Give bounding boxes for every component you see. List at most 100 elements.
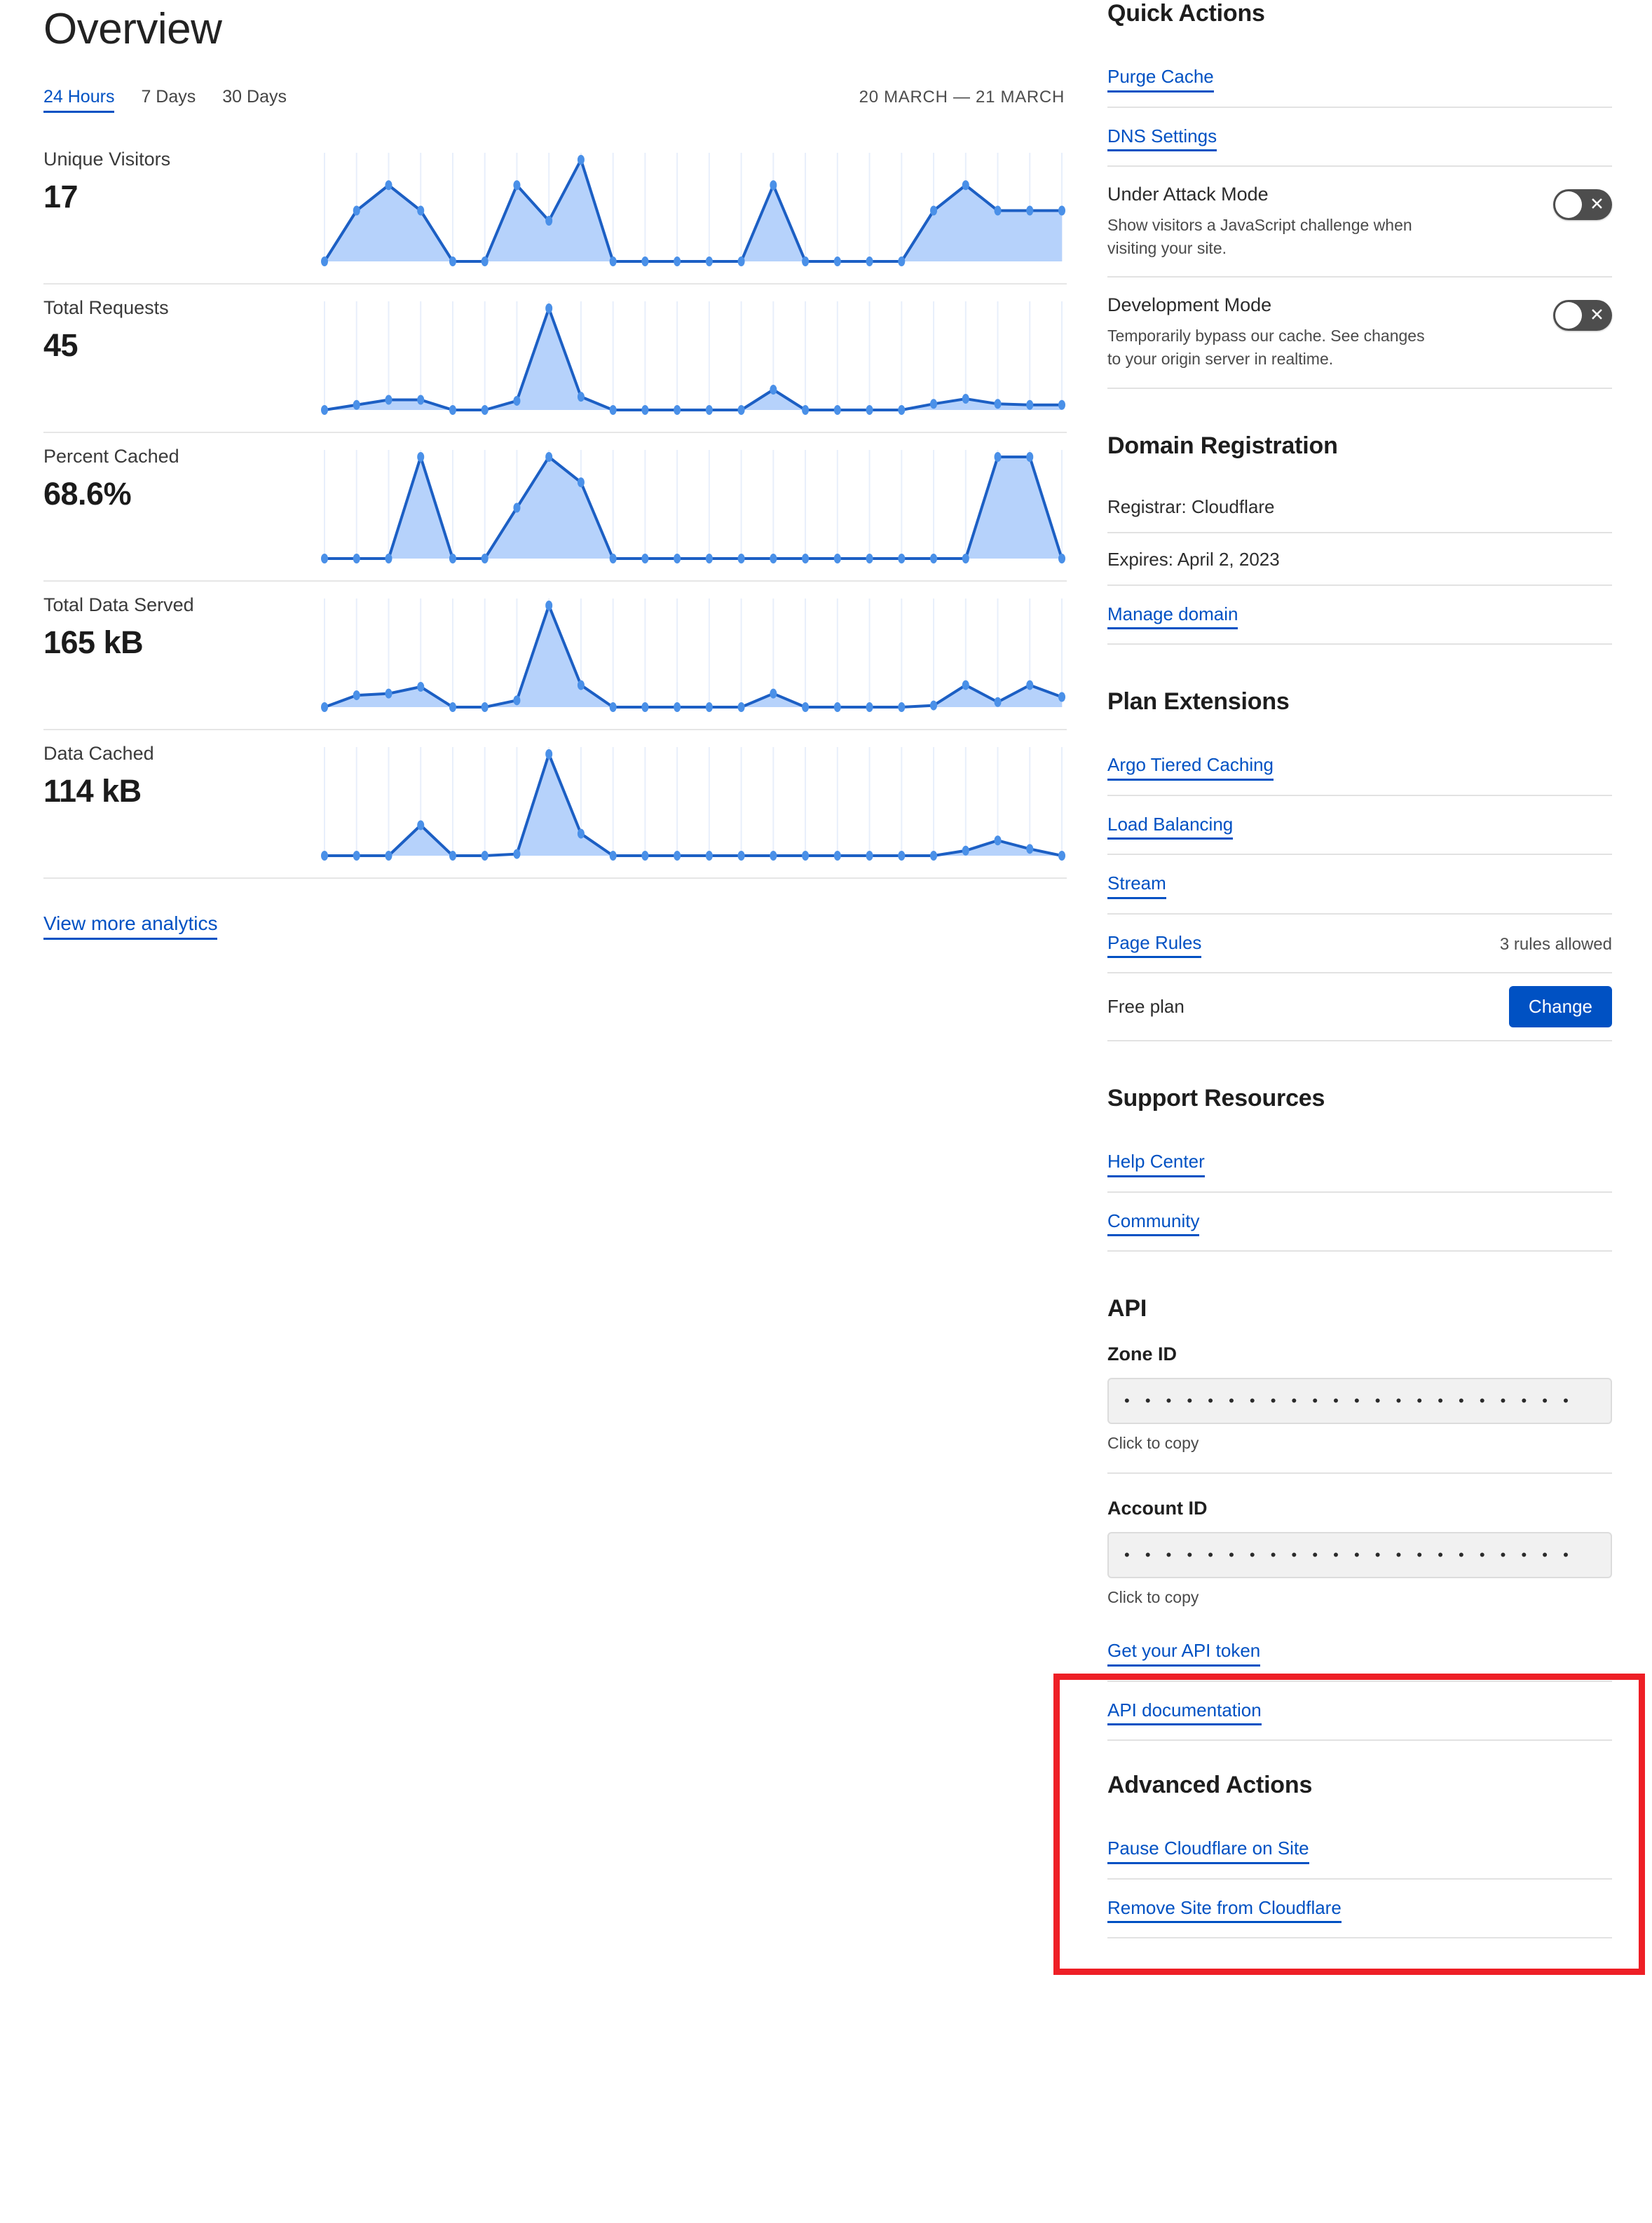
row-manage-domain[interactable]: Manage domain bbox=[1107, 586, 1612, 645]
time-range-tabs: 24 Hours 7 Days 30 Days bbox=[43, 87, 287, 113]
toggle-knob bbox=[1555, 302, 1582, 329]
metric-row-percent-cached: Percent Cached 68.6% bbox=[43, 433, 1067, 582]
row-purge-cache[interactable]: Purge Cache bbox=[1107, 48, 1612, 108]
account-id-value[interactable]: • • • • • • • • • • • • • • • • • • • • … bbox=[1107, 1532, 1612, 1578]
metric-label: Percent Cached bbox=[43, 446, 317, 467]
view-more-analytics-link[interactable]: View more analytics bbox=[43, 911, 217, 940]
row-remove-site[interactable]: Remove Site from Cloudflare bbox=[1107, 1880, 1612, 1939]
manage-domain-link[interactable]: Manage domain bbox=[1107, 603, 1238, 630]
date-range-label: 20 MARCH — 21 MARCH bbox=[859, 88, 1067, 107]
tab-30-days[interactable]: 30 Days bbox=[222, 87, 287, 111]
analytics-column: Overview 24 Hours 7 Days 30 Days 20 MARC… bbox=[43, 0, 1067, 940]
sparkline-total-requests bbox=[320, 297, 1067, 420]
development-mode-text: Development Mode Temporarily bypass our … bbox=[1107, 294, 1437, 370]
metric-label: Unique Visitors bbox=[43, 149, 317, 170]
api-documentation-link[interactable]: API documentation bbox=[1107, 1699, 1262, 1726]
row-api-documentation[interactable]: API documentation bbox=[1107, 1682, 1612, 1742]
account-id-copy-hint: Click to copy bbox=[1107, 1588, 1612, 1607]
section-support-resources: Support Resources Help Center Community bbox=[1107, 1085, 1612, 1252]
development-mode-desc: Temporarily bypass our cache. See change… bbox=[1107, 324, 1437, 370]
row-expires: Expires: April 2, 2023 bbox=[1107, 533, 1612, 586]
row-development-mode: Development Mode Temporarily bypass our … bbox=[1107, 278, 1612, 388]
sparkline-unique-visitors bbox=[320, 149, 1067, 271]
argo-tiered-caching-link[interactable]: Argo Tiered Caching bbox=[1107, 753, 1274, 781]
expires-value: Expires: April 2, 2023 bbox=[1107, 549, 1280, 570]
metrics-list: Unique Visitors 17 Total Requests 45 Per… bbox=[43, 136, 1067, 879]
under-attack-mode-label: Under Attack Mode bbox=[1107, 184, 1437, 205]
help-center-link[interactable]: Help Center bbox=[1107, 1150, 1205, 1177]
under-attack-mode-text: Under Attack Mode Show visitors a JavaSc… bbox=[1107, 184, 1437, 259]
zone-id-value[interactable]: • • • • • • • • • • • • • • • • • • • • … bbox=[1107, 1378, 1612, 1424]
section-domain-registration: Domain Registration Registrar: Cloudflar… bbox=[1107, 432, 1612, 645]
row-page-rules[interactable]: Page Rules 3 rules allowed bbox=[1107, 915, 1612, 974]
close-icon: ✕ bbox=[1590, 307, 1604, 324]
metric-info: Data Cached 114 kB bbox=[43, 730, 317, 809]
metric-value: 114 kB bbox=[43, 773, 317, 809]
pause-cloudflare-link[interactable]: Pause Cloudflare on Site bbox=[1107, 1837, 1309, 1864]
metric-row-total-requests: Total Requests 45 bbox=[43, 285, 1067, 433]
account-id-field: Account ID • • • • • • • • • • • • • • •… bbox=[1107, 1498, 1612, 1607]
section-plan-extensions: Plan Extensions Argo Tiered Caching Load… bbox=[1107, 688, 1612, 1041]
stream-link[interactable]: Stream bbox=[1107, 872, 1166, 899]
row-registrar: Registrar: Cloudflare bbox=[1107, 481, 1612, 533]
section-api: API Zone ID • • • • • • • • • • • • • • … bbox=[1107, 1295, 1612, 1741]
row-community[interactable]: Community bbox=[1107, 1193, 1612, 1252]
quick-actions-title: Quick Actions bbox=[1107, 0, 1612, 27]
metric-value: 165 kB bbox=[43, 624, 317, 661]
sidebar-column: Quick Actions Purge Cache DNS Settings U… bbox=[1107, 0, 1612, 1938]
row-current-plan: Free plan Change bbox=[1107, 973, 1612, 1041]
metric-value: 45 bbox=[43, 327, 317, 364]
section-advanced-actions: Advanced Actions Pause Cloudflare on Sit… bbox=[1107, 1772, 1612, 1938]
zone-id-field: Zone ID • • • • • • • • • • • • • • • • … bbox=[1107, 1343, 1612, 1453]
current-plan-label: Free plan bbox=[1107, 996, 1185, 1018]
plan-extensions-title: Plan Extensions bbox=[1107, 688, 1612, 716]
metric-row-unique-visitors: Unique Visitors 17 bbox=[43, 136, 1067, 285]
row-dns-settings[interactable]: DNS Settings bbox=[1107, 108, 1612, 167]
under-attack-mode-toggle[interactable]: ✕ bbox=[1553, 189, 1612, 220]
zone-id-label: Zone ID bbox=[1107, 1343, 1612, 1365]
purge-cache-link[interactable]: Purge Cache bbox=[1107, 65, 1214, 93]
row-under-attack-mode: Under Attack Mode Show visitors a JavaSc… bbox=[1107, 167, 1612, 278]
get-api-token-link[interactable]: Get your API token bbox=[1107, 1639, 1260, 1667]
section-quick-actions: Quick Actions Purge Cache DNS Settings U… bbox=[1107, 0, 1612, 389]
tab-7-days[interactable]: 7 Days bbox=[141, 87, 196, 111]
metric-value: 68.6% bbox=[43, 476, 317, 512]
metric-info: Total Data Served 165 kB bbox=[43, 582, 317, 661]
view-more-analytics-wrap: View more analytics bbox=[43, 911, 1067, 940]
metric-info: Percent Cached 68.6% bbox=[43, 433, 317, 512]
row-api-token[interactable]: Get your API token bbox=[1107, 1622, 1612, 1682]
development-mode-toggle[interactable]: ✕ bbox=[1553, 300, 1612, 331]
metric-label: Total Data Served bbox=[43, 594, 317, 616]
under-attack-mode-desc: Show visitors a JavaScript challenge whe… bbox=[1107, 214, 1437, 259]
advanced-actions-title: Advanced Actions bbox=[1107, 1772, 1612, 1799]
metric-info: Unique Visitors 17 bbox=[43, 136, 317, 215]
tab-24-hours[interactable]: 24 Hours bbox=[43, 87, 114, 113]
zone-id-copy-hint: Click to copy bbox=[1107, 1434, 1612, 1453]
dns-settings-link[interactable]: DNS Settings bbox=[1107, 125, 1217, 152]
toggle-knob bbox=[1555, 191, 1582, 218]
time-range-bar: 24 Hours 7 Days 30 Days 20 MARCH — 21 MA… bbox=[43, 87, 1067, 112]
api-title: API bbox=[1107, 1295, 1612, 1322]
metric-label: Total Requests bbox=[43, 297, 317, 319]
close-icon: ✕ bbox=[1590, 196, 1604, 214]
load-balancing-link[interactable]: Load Balancing bbox=[1107, 813, 1233, 840]
domain-registration-title: Domain Registration bbox=[1107, 432, 1612, 460]
account-id-label: Account ID bbox=[1107, 1498, 1612, 1519]
support-resources-title: Support Resources bbox=[1107, 1085, 1612, 1112]
row-stream[interactable]: Stream bbox=[1107, 855, 1612, 915]
community-link[interactable]: Community bbox=[1107, 1210, 1199, 1237]
sparkline-percent-cached bbox=[320, 446, 1067, 568]
row-load-balancing[interactable]: Load Balancing bbox=[1107, 796, 1612, 856]
metric-label: Data Cached bbox=[43, 743, 317, 765]
change-plan-button[interactable]: Change bbox=[1509, 986, 1612, 1027]
row-help-center[interactable]: Help Center bbox=[1107, 1133, 1612, 1193]
sparkline-total-data-served bbox=[320, 594, 1067, 717]
cloudflare-overview-page: Overview 24 Hours 7 Days 30 Days 20 MARC… bbox=[0, 0, 1652, 2223]
page-rules-link[interactable]: Page Rules bbox=[1107, 931, 1201, 959]
metric-info: Total Requests 45 bbox=[43, 285, 317, 364]
row-pause-cloudflare[interactable]: Pause Cloudflare on Site bbox=[1107, 1820, 1612, 1880]
sparkline-data-cached bbox=[320, 743, 1067, 866]
remove-site-link[interactable]: Remove Site from Cloudflare bbox=[1107, 1896, 1342, 1924]
development-mode-label: Development Mode bbox=[1107, 294, 1437, 316]
row-argo-tiered-caching[interactable]: Argo Tiered Caching bbox=[1107, 737, 1612, 796]
